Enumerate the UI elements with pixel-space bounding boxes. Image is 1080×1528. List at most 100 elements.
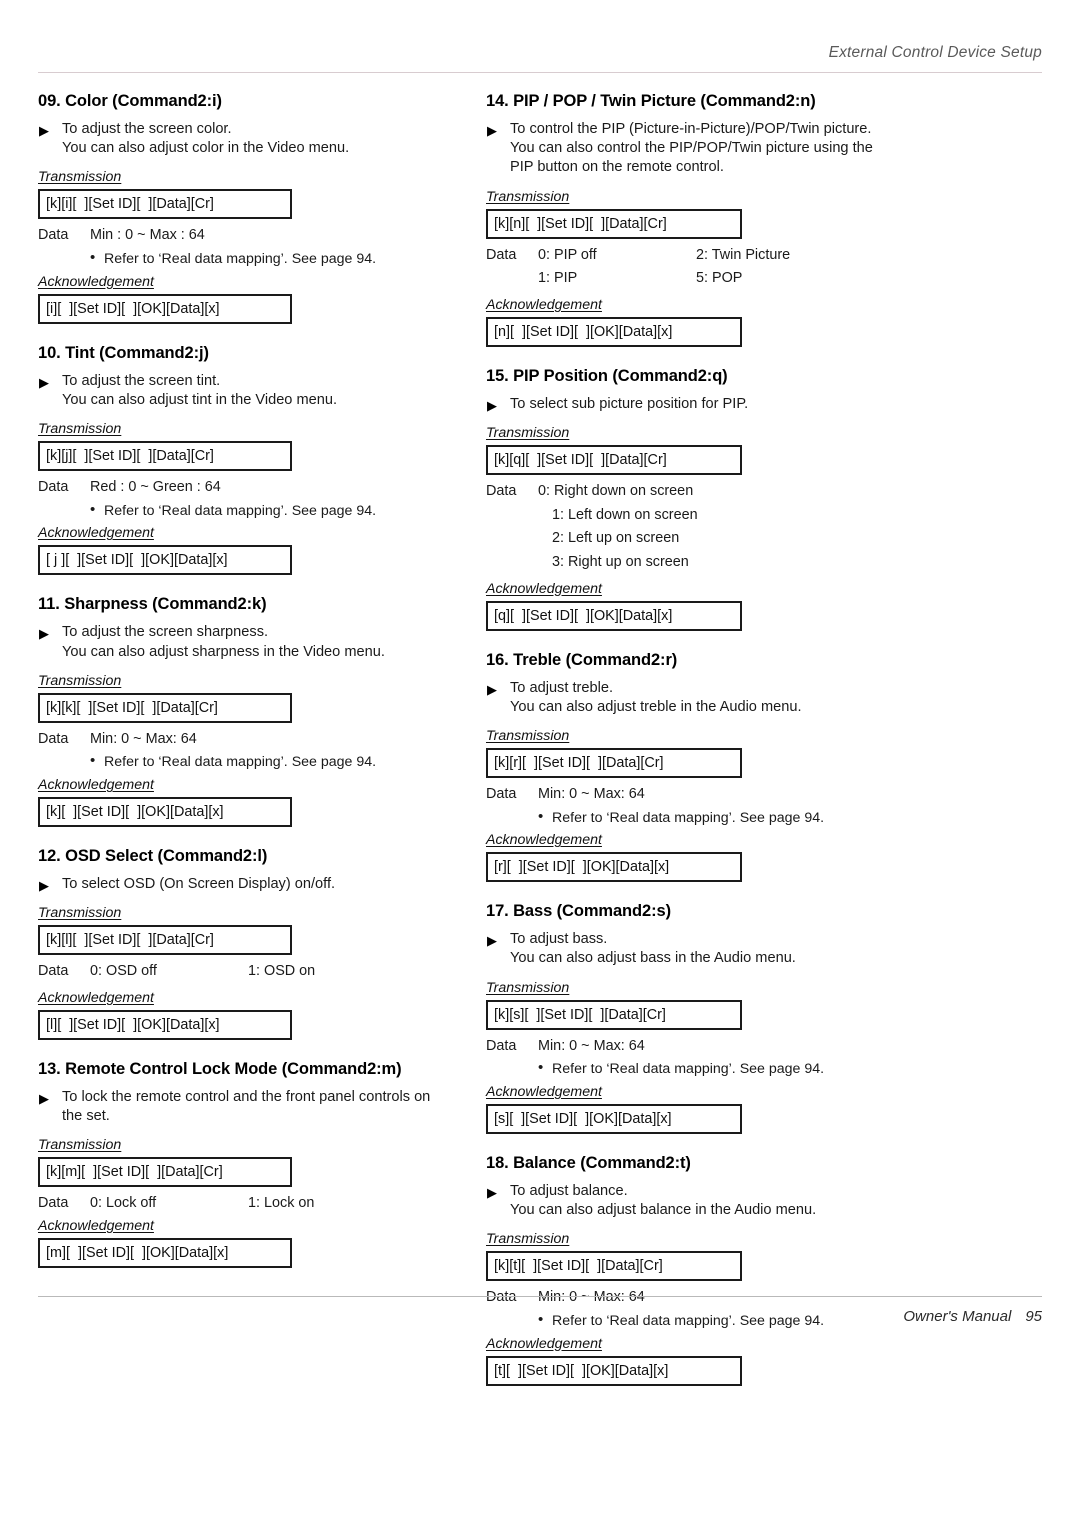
transmission-command: [k][r][ ][Set ID][ ][Data][Cr] bbox=[486, 748, 742, 779]
inner-spacer bbox=[38, 985, 468, 989]
refer-note: • Refer to ‘Real data mapping’. See page… bbox=[486, 808, 916, 829]
description-line: To select sub picture position for PIP. bbox=[510, 395, 749, 412]
data-row: 3: Right up on screen bbox=[486, 552, 916, 574]
data-label: Data bbox=[38, 730, 69, 747]
manual-label: Owner's Manual bbox=[903, 1308, 1012, 1325]
section-tint: 10. Tint (Command2:j) ▶ To adjust the sc… bbox=[38, 344, 468, 576]
data-value-secondary: 1: Lock on bbox=[248, 1195, 315, 1212]
section-sharpness: 11. Sharpness (Command2:k) ▶ To adjust t… bbox=[38, 595, 468, 828]
triangle-bullet-icon: ▶ bbox=[487, 397, 497, 413]
triangle-bullet-icon: ▶ bbox=[487, 122, 497, 138]
triangle-bullet-icon: ▶ bbox=[487, 1184, 497, 1200]
data-row: Data 0: OSD off 1: OSD on bbox=[38, 961, 468, 983]
section-title: 09. Color (Command2:i) bbox=[38, 92, 222, 110]
data-value: Min: 0 ~ Max: 64 bbox=[90, 730, 197, 747]
transmission-command: [k][k][ ][Set ID][ ][Data][Cr] bbox=[38, 692, 292, 723]
description-line: You can also adjust bass in the Audio me… bbox=[510, 950, 796, 967]
transmission-command: [k][n][ ][Set ID][ ][Data][Cr] bbox=[486, 208, 742, 239]
section-description: ▶ To adjust the screen color. You can al… bbox=[38, 120, 468, 159]
section-title: 18. Balance (Command2:t) bbox=[486, 1153, 691, 1172]
transmission-command: [k][t][ ][Set ID][ ][Data][Cr] bbox=[486, 1251, 742, 1282]
triangle-bullet-icon: ▶ bbox=[39, 1090, 49, 1106]
transmission-command: [k][l][ ][Set ID][ ][Data][Cr] bbox=[38, 925, 292, 956]
acknowledgement-label: Acknowledgement bbox=[38, 525, 154, 542]
description-line: To control the PIP (Picture-in-Picture)/… bbox=[510, 120, 872, 137]
acknowledgement-command: [n][ ][Set ID][ ][OK][Data][x] bbox=[486, 316, 742, 347]
description-line: To adjust the screen tint. bbox=[62, 372, 221, 389]
data-label: Data bbox=[38, 1195, 69, 1212]
data-row: 2: Left up on screen bbox=[486, 528, 916, 550]
transmission-label: Transmission bbox=[38, 421, 122, 438]
data-value: 0: Lock off bbox=[90, 1195, 157, 1212]
section-description: ▶ To adjust balance. You can also adjust… bbox=[486, 1182, 916, 1221]
data-label: Data bbox=[38, 963, 69, 980]
data-row: Data 0: Right down on screen bbox=[486, 481, 916, 503]
transmission-label: Transmission bbox=[486, 425, 570, 442]
acknowledgement-command: [q][ ][Set ID][ ][OK][Data][x] bbox=[486, 600, 742, 631]
triangle-bullet-icon: ▶ bbox=[487, 933, 497, 949]
description-line: PIP button on the remote control. bbox=[510, 159, 724, 176]
inner-spacer bbox=[486, 292, 916, 296]
bullet-icon: • bbox=[90, 500, 96, 518]
refer-note: • Refer to ‘Real data mapping’. See page… bbox=[38, 249, 468, 270]
data-label: Data bbox=[486, 1037, 517, 1054]
transmission-label: Transmission bbox=[38, 169, 122, 186]
refer-note: • Refer to ‘Real data mapping’. See page… bbox=[38, 752, 468, 773]
data-row: Data Red : 0 ~ Green : 64 bbox=[38, 477, 468, 499]
transmission-label: Transmission bbox=[486, 188, 570, 205]
data-label: Data bbox=[486, 1289, 517, 1306]
section-description: ▶ To adjust the screen sharpness. You ca… bbox=[38, 623, 468, 662]
acknowledgement-label: Acknowledgement bbox=[486, 1335, 602, 1352]
acknowledgement-label: Acknowledgement bbox=[486, 832, 602, 849]
data-row: Data 0: PIP off 2: Twin Picture bbox=[486, 245, 916, 267]
acknowledgement-command: [ j ][ ][Set ID][ ][OK][Data][x] bbox=[38, 545, 292, 576]
description-line: You can also adjust color in the Video m… bbox=[62, 140, 350, 157]
left-column: 09. Color (Command2:i) ▶ To adjust the s… bbox=[38, 92, 468, 1274]
section-title: 15. PIP Position (Command2:q) bbox=[486, 366, 728, 385]
data-value: Min: 0 ~ Max: 64 bbox=[538, 1037, 645, 1054]
description-line: To select OSD (On Screen Display) on/off… bbox=[62, 875, 336, 892]
transmission-command: [k][m][ ][Set ID][ ][Data][Cr] bbox=[38, 1157, 292, 1188]
refer-text: Refer to ‘Real data mapping’. See page 9… bbox=[552, 1061, 825, 1078]
data-value: Min: 0 ~ Max: 64 bbox=[538, 786, 645, 803]
transmission-label: Transmission bbox=[486, 1231, 570, 1248]
section-color: 09. Color (Command2:i) ▶ To adjust the s… bbox=[38, 92, 468, 324]
data-label: Data bbox=[486, 786, 517, 803]
section-title: 12. OSD Select (Command2:l) bbox=[38, 847, 268, 866]
transmission-command: [k][s][ ][Set ID][ ][Data][Cr] bbox=[486, 999, 742, 1030]
section-balance: 18. Balance (Command2:t) ▶ To adjust bal… bbox=[486, 1154, 916, 1386]
data-value: 1: Left down on screen bbox=[552, 506, 698, 523]
data-row: Data Min: 0 ~ Max: 64 bbox=[486, 784, 916, 806]
triangle-bullet-icon: ▶ bbox=[39, 374, 49, 390]
page-footer: Owner's Manual 95 bbox=[38, 1308, 1042, 1325]
acknowledgement-label: Acknowledgement bbox=[38, 989, 154, 1006]
bullet-icon: • bbox=[90, 752, 96, 770]
section-description: ▶ To lock the remote control and the fro… bbox=[38, 1088, 468, 1127]
triangle-bullet-icon: ▶ bbox=[39, 877, 49, 893]
data-value: 2: Left up on screen bbox=[552, 530, 680, 547]
data-label: Data bbox=[486, 246, 517, 263]
acknowledgement-command: [r][ ][Set ID][ ][OK][Data][x] bbox=[486, 852, 742, 883]
transmission-label: Transmission bbox=[486, 979, 570, 996]
section-bass: 17. Bass (Command2:s) ▶ To adjust bass. … bbox=[486, 902, 916, 1134]
page-number: 95 bbox=[1025, 1308, 1042, 1325]
section-title: 17. Bass (Command2:s) bbox=[486, 902, 671, 921]
section-title: 11. Sharpness (Command2:k) bbox=[38, 595, 267, 614]
data-label: Data bbox=[38, 479, 69, 496]
acknowledgement-label: Acknowledgement bbox=[38, 777, 154, 794]
description-line: You can also adjust treble in the Audio … bbox=[510, 698, 802, 715]
running-head: External Control Device Setup bbox=[828, 44, 1042, 61]
data-row: Data 0: Lock off 1: Lock on bbox=[38, 1193, 468, 1215]
transmission-command: [k][q][ ][Set ID][ ][Data][Cr] bbox=[486, 445, 742, 476]
section-osd-select: 12. OSD Select (Command2:l) ▶ To select … bbox=[38, 847, 468, 1040]
acknowledgement-label: Acknowledgement bbox=[486, 296, 602, 313]
refer-note: • Refer to ‘Real data mapping’. See page… bbox=[486, 1059, 916, 1080]
description-line: To adjust the screen sharpness. bbox=[62, 624, 269, 641]
data-value-secondary: 1: OSD on bbox=[248, 963, 316, 980]
triangle-bullet-icon: ▶ bbox=[39, 626, 49, 642]
